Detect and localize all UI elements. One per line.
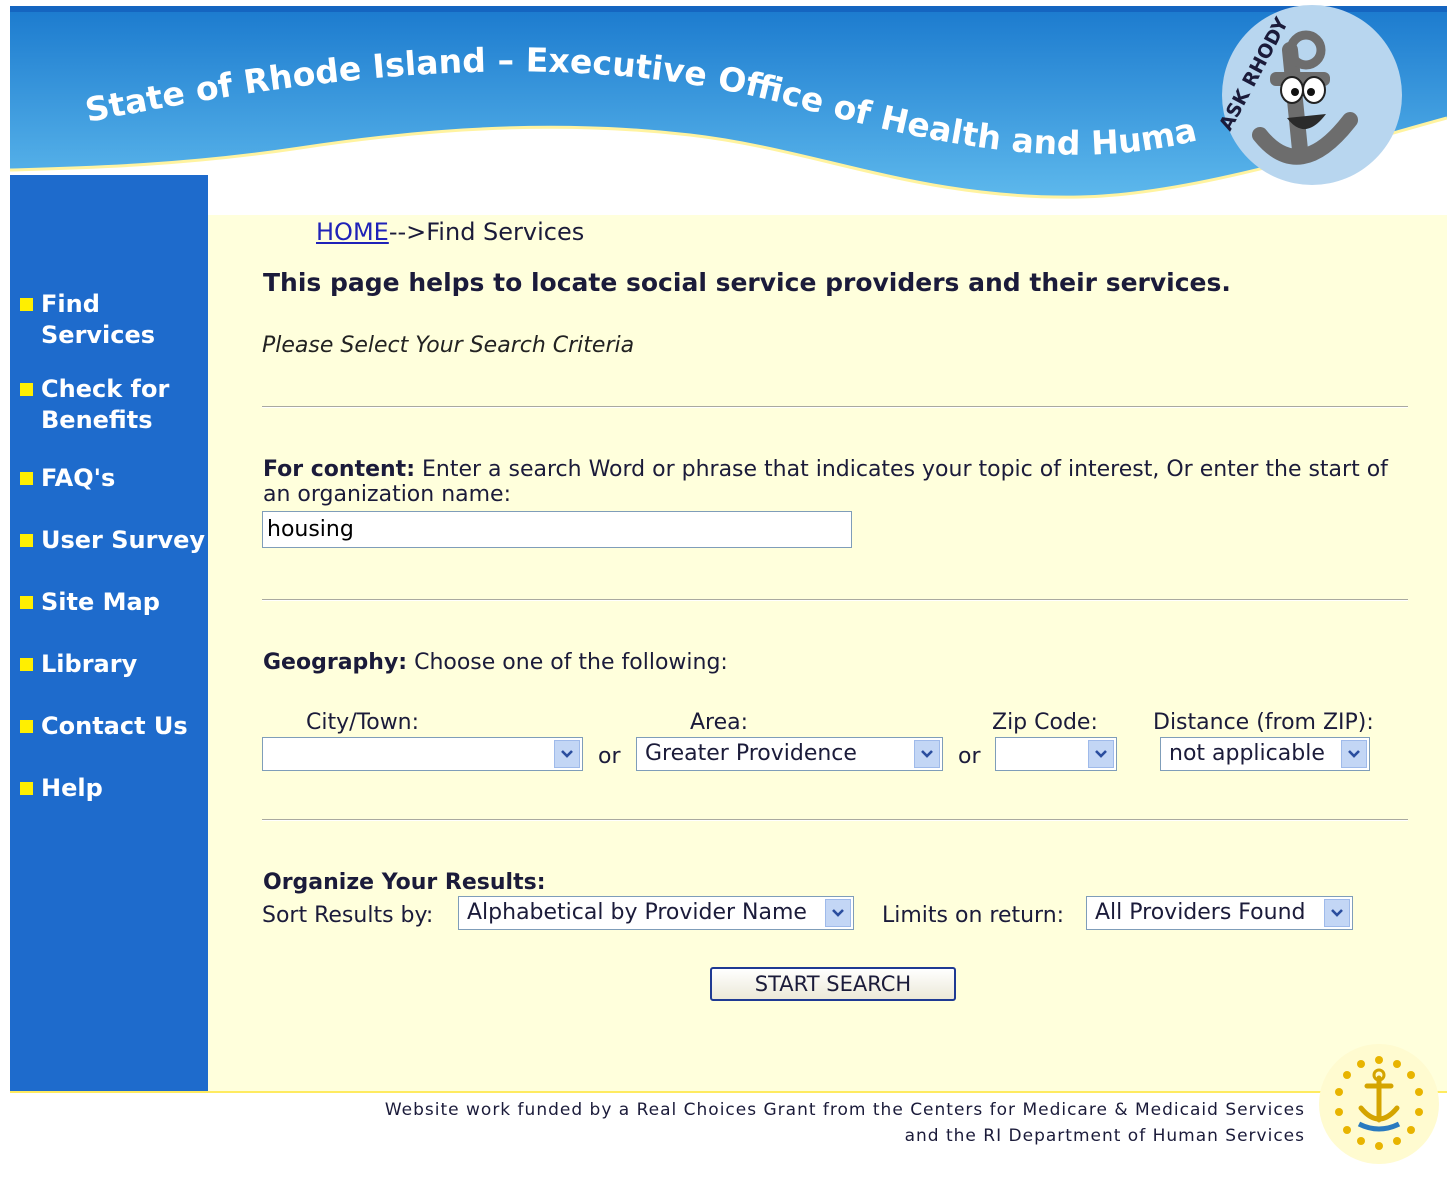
bullet-square-icon [20, 298, 33, 311]
sidebar-item-contact-us[interactable]: Contact Us [20, 711, 206, 742]
breadcrumb: HOME-->Find Services [316, 218, 584, 246]
limit-select-value: All Providers Found [1095, 900, 1306, 925]
chevron-down-icon[interactable] [914, 740, 940, 768]
footer-line: Website work funded by a Real Choices Gr… [384, 1100, 1305, 1120]
sort-select-value: Alphabetical by Provider Name [467, 900, 807, 925]
footer-line: and the RI Department of Human Services [904, 1126, 1305, 1146]
or-separator: or [958, 744, 981, 769]
sidebar-item-label: Help [41, 774, 103, 802]
sidebar-item-site-map[interactable]: Site Map [20, 587, 206, 618]
start-search-button[interactable]: START SEARCH [710, 967, 956, 1001]
sidebar-item-label: Services [41, 321, 156, 349]
sidebar-item-user-survey[interactable]: User Survey [20, 525, 206, 556]
bullet-square-icon [20, 596, 33, 609]
chevron-down-icon[interactable] [825, 899, 851, 927]
sidebar-item-label: Check for [41, 375, 170, 403]
content-label: For content: [263, 457, 415, 482]
area-select-value: Greater Providence [645, 741, 857, 766]
chevron-down-icon[interactable] [1088, 740, 1114, 768]
sidebar-item-label: Contact Us [41, 712, 188, 740]
sort-select[interactable]: Alphabetical by Provider Name [458, 896, 854, 930]
distance-select-value: not applicable [1169, 741, 1325, 766]
sidebar-item-faqs[interactable]: FAQ's [20, 463, 206, 494]
sidebar-item-check-benefits[interactable]: Check for Benefits [20, 374, 206, 436]
limit-label: Limits on return: [882, 903, 1065, 928]
sidebar-nav: Find Services Check for Benefits FAQ's Use… [10, 175, 208, 1091]
header-banner: State of Rhode Island – Executive Office… [0, 0, 1447, 215]
chevron-down-icon[interactable] [554, 740, 580, 768]
sidebar-item-label: User Survey [41, 526, 206, 554]
bullet-square-icon [20, 782, 33, 795]
area-label: Area: [690, 710, 749, 735]
criteria-instructions: Please Select Your Search Criteria [262, 333, 635, 358]
geography-instructions: Choose one of the following: [407, 650, 728, 675]
bullet-square-icon [20, 383, 33, 396]
sidebar-item-label: Library [41, 650, 138, 678]
area-select[interactable]: Greater Providence [636, 737, 943, 771]
city-select[interactable] [262, 737, 583, 771]
divider [262, 406, 1408, 408]
footer-credits: Website work funded by a Real Choices Gr… [300, 1097, 1305, 1149]
geography-heading: Geography: [263, 650, 408, 675]
content-search-label: For content: Enter a search Word or phra… [263, 457, 1413, 507]
or-separator: or [598, 744, 621, 769]
divider [262, 819, 1408, 821]
chevron-down-icon[interactable] [1324, 899, 1350, 927]
sidebar-item-label: Site Map [41, 588, 160, 616]
distance-label: Distance (from ZIP): [1153, 710, 1374, 735]
bullet-square-icon [20, 720, 33, 733]
limit-select[interactable]: All Providers Found [1086, 896, 1353, 930]
sidebar-item-find-services[interactable]: Find Services [20, 289, 206, 351]
footer-divider [10, 1091, 1447, 1093]
sidebar-item-help[interactable]: Help [20, 773, 206, 804]
chevron-down-icon[interactable] [1341, 740, 1367, 768]
distance-select[interactable]: not applicable [1160, 737, 1370, 771]
content-instructions: Enter a search Word or phrase that indic… [263, 457, 1388, 507]
breadcrumb-separator: --> [388, 218, 427, 246]
sidebar-item-label: FAQ's [41, 464, 116, 492]
geography-label: Geography: Choose one of the following: [263, 650, 728, 675]
bullet-square-icon [20, 472, 33, 485]
sidebar-item-label: Benefits [41, 406, 153, 434]
bullet-square-icon [20, 534, 33, 547]
search-input[interactable] [262, 511, 852, 548]
rhode-island-seal-icon [1317, 1042, 1441, 1166]
city-label: City/Town: [306, 710, 420, 735]
organize-heading: Organize Your Results: [263, 870, 546, 895]
bullet-square-icon [20, 658, 33, 671]
page-intro: This page helps to locate social service… [263, 268, 1231, 297]
zip-select[interactable] [995, 737, 1117, 771]
home-link[interactable]: HOME [316, 218, 389, 246]
breadcrumb-current: Find Services [426, 218, 585, 246]
sidebar-item-library[interactable]: Library [20, 649, 206, 680]
zip-label: Zip Code: [992, 710, 1098, 735]
sidebar-item-label: Find [41, 290, 100, 318]
divider [262, 599, 1408, 601]
sort-label: Sort Results by: [262, 903, 434, 928]
